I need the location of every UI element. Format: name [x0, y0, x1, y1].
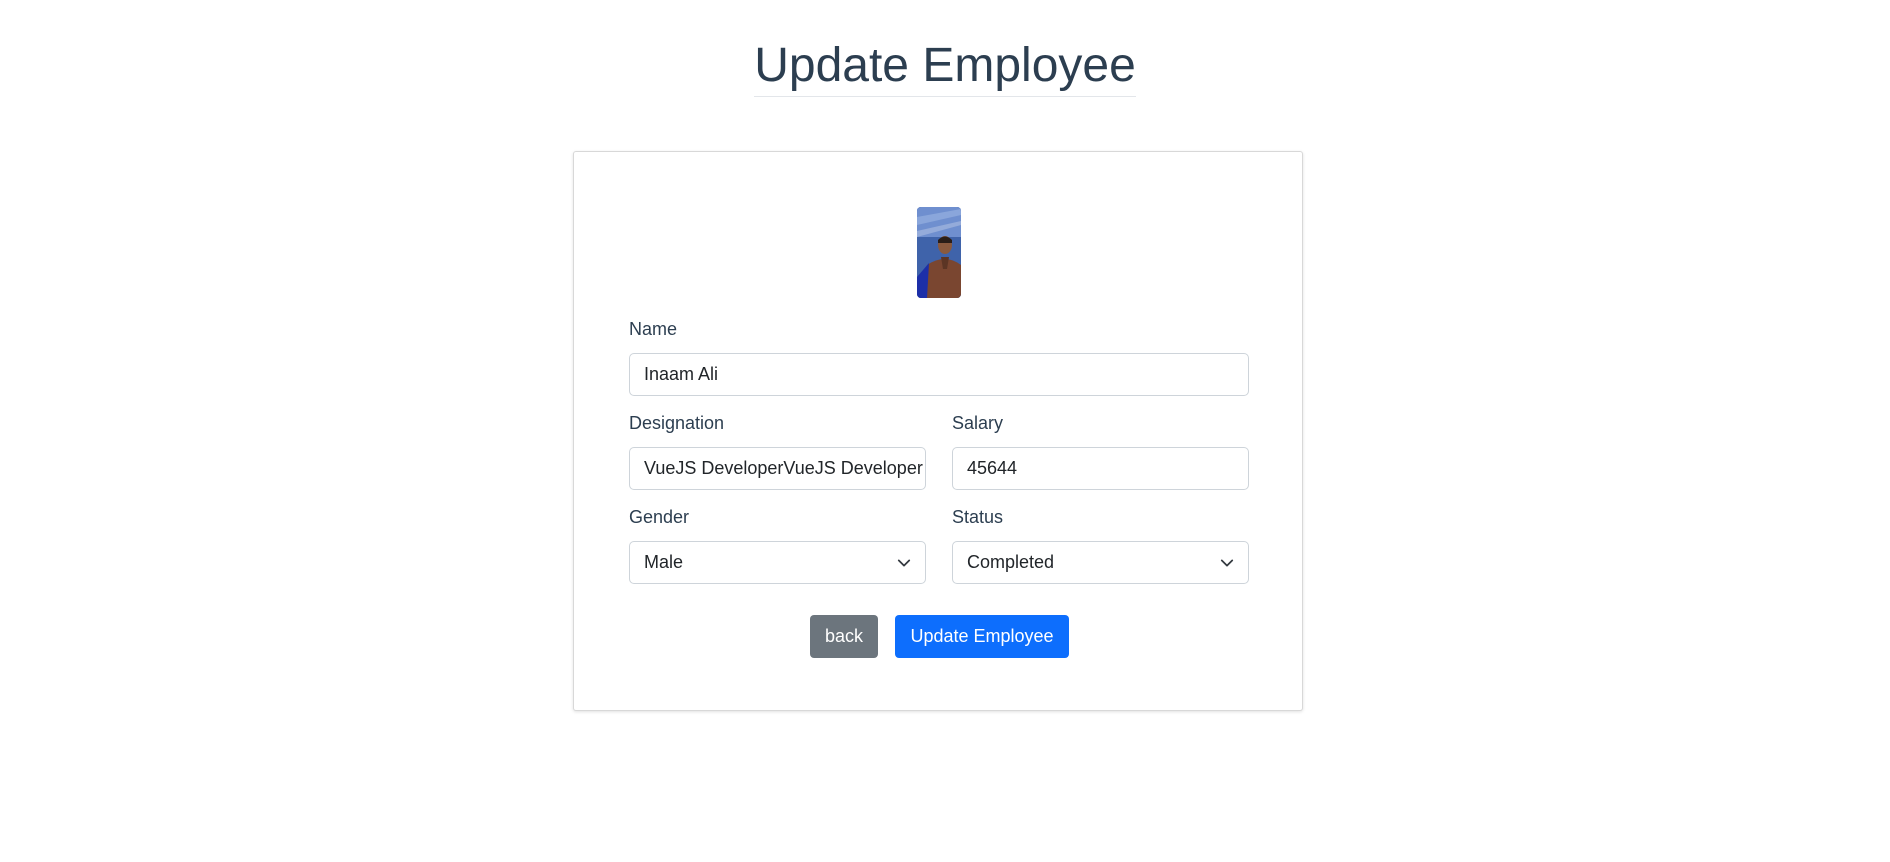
employee-form-card: Name Inaam Ali Designation VueJS Develop…	[573, 151, 1303, 711]
salary-label: Salary	[952, 413, 1004, 433]
gender-label: Gender	[629, 507, 690, 527]
back-button[interactable]: back	[810, 615, 878, 658]
status-label: Status	[952, 507, 1004, 527]
status-select[interactable]: Completed	[952, 541, 1249, 584]
designation-input[interactable]: VueJS DeveloperVueJS Developer	[629, 447, 926, 490]
update-employee-button[interactable]: Update Employee	[895, 615, 1069, 658]
gender-selected-value: Male	[644, 552, 684, 572]
gender-select[interactable]: Male	[629, 541, 926, 584]
salary-input[interactable]: 45644	[952, 447, 1249, 490]
designation-label: Designation	[629, 413, 725, 433]
chevron-down-icon	[1220, 559, 1234, 567]
employee-photo	[917, 207, 961, 298]
page: Update Employee Name Inaam Ali Designati…	[0, 0, 1890, 862]
name-label: Name	[629, 319, 678, 339]
name-input[interactable]: Inaam Ali	[629, 353, 1249, 396]
chevron-down-icon	[897, 559, 911, 567]
page-title: Update Employee	[754, 38, 1136, 97]
title-wrap: Update Employee	[0, 38, 1890, 97]
status-selected-value: Completed	[967, 552, 1055, 572]
